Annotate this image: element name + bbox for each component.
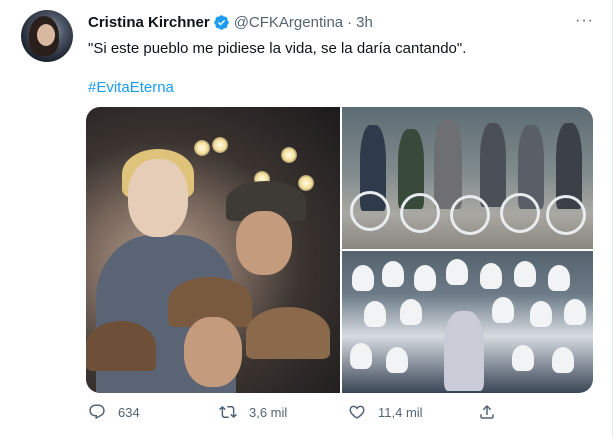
lamp-light [194,140,210,156]
nurse-cap [364,301,386,327]
photo-miners[interactable] [86,107,340,393]
bicycle-wheel [400,193,440,233]
tweet-header: Cristina Kirchner @CFKArgentina · 3h [88,14,373,31]
photo-bicycles[interactable] [342,107,593,249]
nurse-cap [512,345,534,371]
miner-face [236,211,292,275]
nurse-cap [548,265,570,291]
miner-face [184,317,242,387]
lamp-light [281,147,297,163]
retweet-icon [219,405,237,419]
action-bar: 634 3,6 mil 11,4 mil [86,403,516,427]
child-figure [480,123,506,207]
author-name[interactable]: Cristina Kirchner [88,14,210,31]
lamp-light [212,137,228,153]
photo-nurses[interactable] [342,251,593,393]
verified-badge-icon [213,15,229,30]
nurse-cap [530,301,552,327]
nurse-cap [480,263,502,289]
media-grid [86,107,593,393]
retweet-button[interactable]: 3,6 mil [219,403,287,421]
nurse-cap [386,347,408,373]
avatar[interactable] [21,10,73,62]
nurse-cap [414,265,436,291]
woman-face [128,159,188,237]
bicycle-wheel [546,195,586,235]
nurse-cap [564,299,586,325]
bicycle-wheel [500,193,540,233]
helmet [246,307,330,359]
like-button[interactable]: 11,4 mil [348,403,423,421]
nurse-cap [552,347,574,373]
share-icon [480,404,494,419]
nurse-cap [446,259,468,285]
nurse-cap [350,343,372,369]
heart-icon [349,405,365,419]
nurse-cap [400,299,422,325]
like-count: 11,4 mil [378,404,423,420]
tweet-time[interactable]: 3h [356,14,373,31]
helmet [86,321,156,371]
bicycle-wheel [450,195,490,235]
reply-button[interactable]: 634 [88,403,140,421]
bicycle-wheel [350,191,390,231]
share-button[interactable] [478,403,508,421]
reply-icon [89,404,105,420]
tweet-card[interactable]: Cristina Kirchner @CFKArgentina · 3h ···… [0,0,613,437]
separator-dot: · [347,14,353,31]
reply-count: 634 [118,404,140,420]
retweet-count: 3,6 mil [249,404,288,420]
hashtag-link[interactable]: #EvitaEterna [88,79,174,96]
central-figure [444,311,484,391]
child-figure [434,119,462,209]
tweet-text: "Si este pueblo me pidiese la vida, se l… [88,40,467,57]
nurse-cap [382,261,404,287]
nurse-cap [352,265,374,291]
more-options-icon[interactable]: ··· [575,12,594,30]
author-handle[interactable]: @CFKArgentina [234,14,343,31]
nurse-cap [514,261,536,287]
lamp-light [298,175,314,191]
nurse-cap [492,297,514,323]
avatar-face [37,24,55,46]
